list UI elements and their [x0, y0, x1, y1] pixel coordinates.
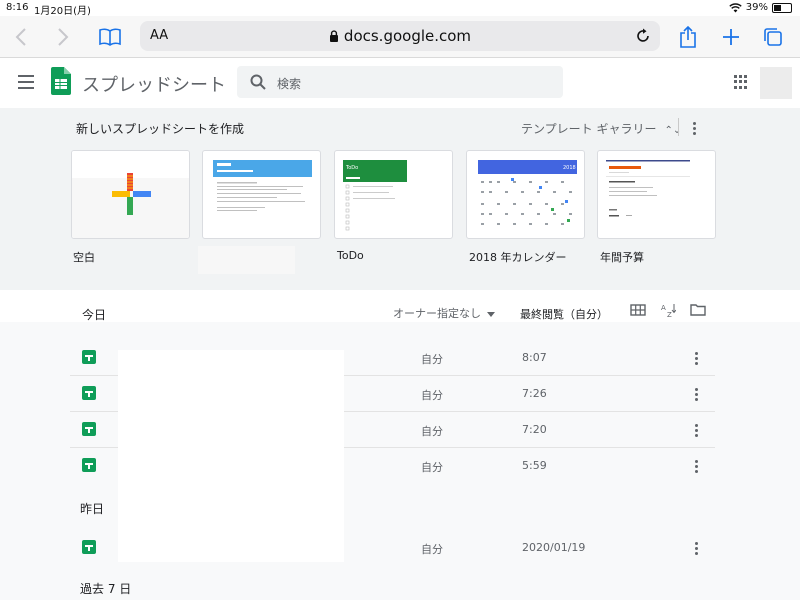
share-icon[interactable] — [675, 24, 701, 50]
forward-icon[interactable] — [50, 24, 76, 50]
file-more-icon[interactable] — [690, 422, 702, 438]
gallery-divider — [678, 118, 679, 136]
browser-toolbar: AA docs.google.com — [0, 16, 800, 58]
battery-icon — [772, 2, 792, 13]
svg-text:A: A — [661, 304, 666, 312]
file-last-opened: 2020/01/19 — [522, 541, 586, 554]
url-text: docs.google.com — [140, 27, 660, 45]
svg-text:2018: 2018 — [563, 165, 576, 171]
file-owner: 自分 — [421, 389, 443, 402]
search-box[interactable]: 検索 — [237, 66, 563, 98]
status-right: 39% — [729, 2, 792, 13]
google-apps-icon[interactable] — [734, 75, 748, 89]
template-blank[interactable] — [71, 150, 190, 239]
template-label: 空白 — [73, 251, 95, 264]
svg-text:ToDo: ToDo — [345, 165, 358, 171]
tabs-overview-icon[interactable] — [760, 24, 786, 50]
gallery-title: 新しいスプレッドシートを作成 — [76, 122, 245, 136]
budget-preview-icon — [606, 160, 690, 217]
sheets-logo-icon — [51, 67, 71, 95]
file-last-opened: 7:20 — [522, 423, 547, 436]
template-gallery-label: テンプレート ギャラリー — [521, 122, 657, 136]
template-label: 年間予算 — [600, 251, 644, 264]
account-avatar[interactable] — [760, 67, 792, 99]
template-label: ToDo — [337, 249, 364, 262]
status-time: 8:16 — [6, 2, 29, 13]
grid-view-icon[interactable] — [630, 302, 646, 318]
gallery-more-icon[interactable] — [688, 120, 700, 136]
section-yesterday: 昨日 — [80, 502, 105, 516]
file-more-icon[interactable] — [690, 350, 702, 366]
new-tab-icon[interactable] — [718, 24, 744, 50]
file-owner: 自分 — [421, 461, 443, 474]
back-icon[interactable] — [8, 24, 34, 50]
template-label: 2018 年カレンダー — [469, 251, 567, 264]
owner-filter-label: オーナー指定なし — [393, 307, 481, 320]
svg-text:Z: Z — [667, 311, 672, 318]
app-header: スプレッドシート 検索 — [0, 58, 800, 108]
sheets-file-icon — [82, 458, 96, 472]
template-annual-budget[interactable] — [597, 150, 716, 239]
file-more-icon[interactable] — [690, 458, 702, 474]
status-bar: 8:16 1月20日(月) 39% — [0, 0, 800, 17]
status-date: 1月20日(月) — [34, 6, 91, 17]
redacted-label — [198, 246, 295, 274]
lock-icon — [329, 30, 338, 42]
sheets-file-icon — [82, 350, 96, 364]
file-more-icon[interactable] — [690, 386, 702, 402]
reload-icon[interactable] — [634, 27, 652, 45]
wifi-icon — [729, 2, 742, 12]
app-title: スプレッドシート — [82, 75, 226, 96]
folder-icon[interactable] — [690, 302, 706, 318]
template-gallery-toggle[interactable]: テンプレート ギャラリー ⌃⌄ — [521, 120, 681, 137]
todo-preview-icon: ToDo — [343, 160, 407, 231]
template-gallery: 新しいスプレッドシートを作成 テンプレート ギャラリー ⌃⌄ 空白 ToDo T… — [0, 108, 800, 290]
sheets-file-icon — [82, 540, 96, 554]
template-todo[interactable]: ToDo — [334, 150, 453, 239]
file-owner: 自分 — [421, 425, 443, 438]
owner-filter-dropdown[interactable]: オーナー指定なし — [393, 305, 495, 321]
search-icon — [250, 74, 266, 90]
battery-percent: 39% — [745, 2, 768, 13]
file-owner: 自分 — [421, 353, 443, 366]
template-thumbnail[interactable] — [202, 150, 321, 239]
calendar-preview-icon: 2018 — [478, 160, 577, 225]
search-input[interactable]: 検索 — [277, 75, 301, 92]
address-bar[interactable]: AA docs.google.com — [140, 21, 660, 51]
sheets-file-icon — [82, 386, 96, 400]
file-more-icon[interactable] — [690, 540, 702, 556]
file-last-opened: 7:26 — [522, 387, 547, 400]
screen: 8:16 1月20日(月) 39% AA docs.google.com スプレ… — [0, 0, 800, 600]
file-list-header: 今日 オーナー指定なし 最終閲覧（自分） AZ — [0, 290, 800, 322]
blank-plus-icon — [72, 151, 189, 238]
main-menu-icon[interactable] — [18, 75, 34, 89]
bookmarks-icon[interactable] — [97, 24, 123, 50]
sheets-file-icon — [82, 422, 96, 436]
template-calendar[interactable]: 2018 — [466, 150, 585, 239]
template-preview-icon — [213, 160, 312, 211]
file-last-opened: 8:07 — [522, 351, 547, 364]
url-value: docs.google.com — [343, 27, 472, 45]
redacted-file-names — [118, 350, 344, 562]
section-today: 今日 — [82, 308, 107, 322]
sort-by-last-opened[interactable]: 最終閲覧（自分） — [520, 306, 608, 322]
caret-down-icon — [487, 311, 495, 317]
file-last-opened: 5:59 — [522, 459, 547, 472]
sort-az-icon[interactable]: AZ — [660, 302, 676, 318]
section-past-week: 過去 7 日 — [80, 582, 132, 596]
file-owner: 自分 — [421, 543, 443, 556]
